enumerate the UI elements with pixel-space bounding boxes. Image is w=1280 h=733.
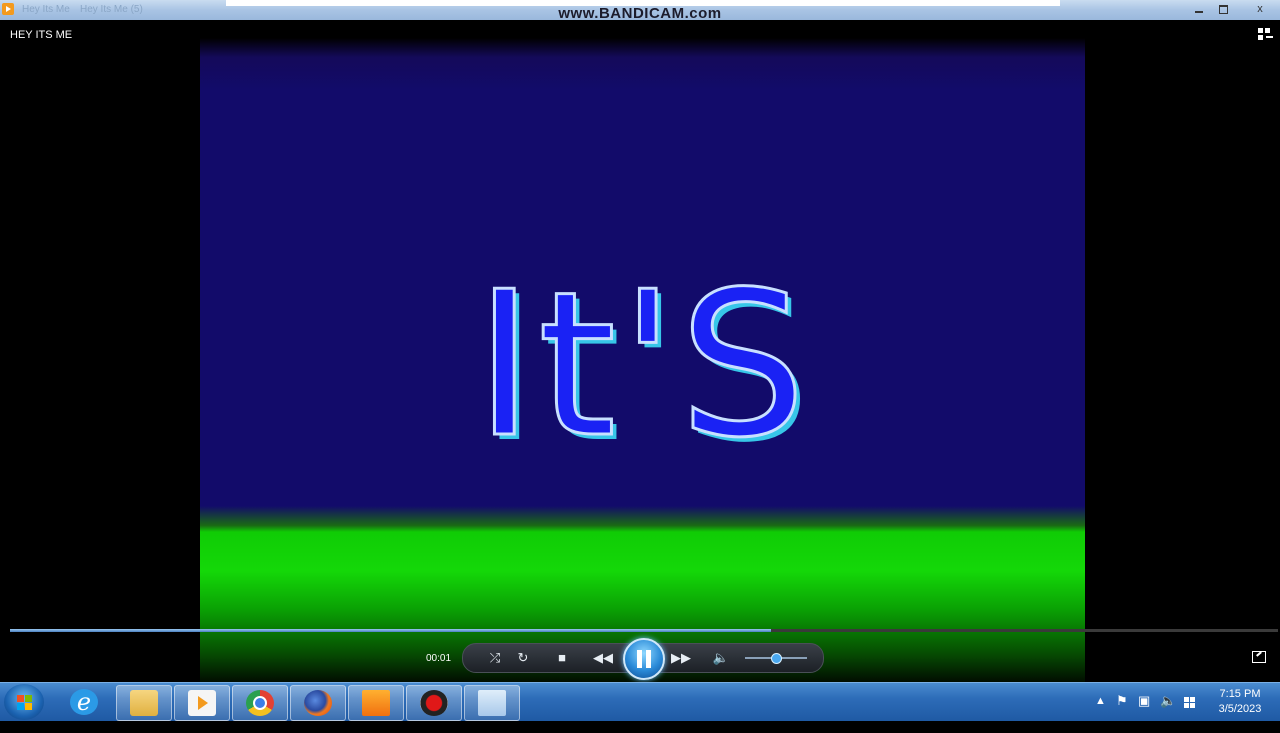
internet-explorer-button[interactable]: e — [57, 685, 111, 719]
next-icon[interactable]: ▶▶ — [669, 644, 693, 672]
start-button[interactable] — [4, 684, 44, 720]
chrome-icon — [246, 690, 274, 716]
taskbar: e ▲ ⚑ ▣ 🔈 7:15 PM 3/5/2023 — [0, 682, 1280, 721]
seek-progress — [10, 629, 771, 632]
system-clock[interactable]: 7:15 PM 3/5/2023 — [1210, 687, 1270, 717]
orange-app-icon — [362, 690, 390, 716]
clock-time: 7:15 PM — [1219, 688, 1261, 700]
folder-icon — [130, 690, 158, 716]
fullscreen-icon[interactable] — [1252, 651, 1266, 663]
video-title-text: It'S — [473, 249, 811, 482]
volume-knob[interactable] — [771, 653, 782, 664]
control-panel-button[interactable] — [464, 685, 520, 721]
media-player-icon — [188, 690, 216, 716]
action-center-icon[interactable]: ⚑ — [1116, 693, 1128, 731]
previous-icon[interactable]: ◀◀ — [591, 644, 615, 672]
pause-button[interactable] — [623, 638, 665, 680]
bandicam-button[interactable] — [406, 685, 462, 721]
internet-explorer-icon: e — [70, 689, 98, 715]
minimize-button[interactable] — [1188, 1, 1210, 17]
stop-icon[interactable]: ■ — [550, 644, 574, 672]
maximize-button[interactable] — [1212, 1, 1234, 17]
close-button[interactable]: x — [1249, 1, 1271, 17]
repeat-icon[interactable]: ↻ — [511, 644, 535, 672]
volume-tray-icon[interactable]: 🔈 — [1160, 693, 1176, 731]
title-bar: Hey Its Me Hey Its Me (5) www.BANDICAM.c… — [0, 0, 1280, 22]
media-player: HEY ITS ME It'S 00:01 ⤮ ↻ ■ ◀◀ ▶▶ 🔈 — [0, 20, 1280, 688]
media-player-button[interactable] — [174, 685, 230, 721]
bandicam-icon — [420, 690, 448, 716]
switch-to-library-icon[interactable] — [1258, 28, 1274, 42]
windows-flag-icon[interactable] — [1184, 697, 1196, 709]
firefox-icon — [304, 690, 332, 716]
seek-bar[interactable] — [10, 629, 1278, 632]
video-frame[interactable]: It'S — [200, 38, 1085, 688]
shuffle-icon[interactable]: ⤮ — [483, 644, 507, 672]
chrome-button[interactable] — [232, 685, 288, 721]
elapsed-time: 00:01 — [426, 653, 452, 664]
track-title: HEY ITS ME — [10, 29, 73, 41]
network-icon[interactable]: ▣ — [1138, 693, 1150, 731]
orange-app-button[interactable] — [348, 685, 404, 721]
firefox-button[interactable] — [290, 685, 346, 721]
volume-slider[interactable] — [745, 653, 807, 664]
volume-icon[interactable]: 🔈 — [709, 644, 733, 672]
show-hidden-icons[interactable]: ▲ — [1095, 695, 1106, 733]
windows-explorer-button[interactable] — [116, 685, 172, 721]
clock-date: 3/5/2023 — [1218, 703, 1262, 715]
control-panel-icon — [478, 690, 506, 716]
playback-controls: ⤮ ↻ ■ ◀◀ ▶▶ 🔈 — [462, 638, 824, 680]
